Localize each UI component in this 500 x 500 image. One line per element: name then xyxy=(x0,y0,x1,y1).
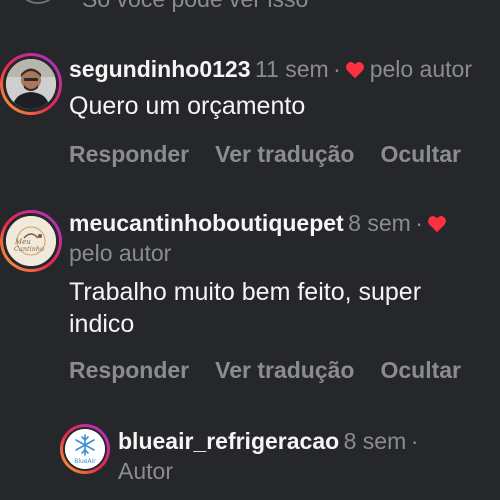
avatar-story-ring[interactable]: BlueAir xyxy=(60,424,110,474)
separator: · xyxy=(410,428,419,454)
heart-icon xyxy=(345,61,365,84)
svg-text:BlueAir: BlueAir xyxy=(74,458,96,465)
comment-text: Quero um orçamento xyxy=(69,92,306,120)
heart-icon xyxy=(427,215,447,238)
avatar: BlueAir xyxy=(65,429,105,469)
translate-button[interactable]: Ver tradução xyxy=(215,357,354,383)
avatar[interactable] xyxy=(16,0,60,4)
separator: · xyxy=(415,210,423,236)
comment-actions: Responder Ver tradução Ocultar xyxy=(69,357,461,384)
avatar: Meu Cantinho xyxy=(6,216,56,266)
snowflake-icon: BlueAir xyxy=(65,429,105,469)
avatar-story-ring[interactable] xyxy=(0,53,62,115)
translate-button[interactable]: Ver tradução xyxy=(215,141,354,167)
hide-button[interactable]: Ocultar xyxy=(380,357,461,383)
comment-header: meucantinhoboutiquepet 8 sem · xyxy=(69,210,447,238)
comment-header: segundinho0123 11 sem · pelo autor xyxy=(69,56,472,84)
comment-time: 11 sem xyxy=(254,56,329,82)
avatar xyxy=(6,59,56,109)
author-badge: Autor xyxy=(118,458,173,484)
comment-actions: Responder Ver tradução Ocultar xyxy=(69,141,461,168)
reply-button[interactable]: Responder xyxy=(69,357,189,383)
profile-photo-icon xyxy=(6,59,56,109)
svg-text:Cantinho: Cantinho xyxy=(14,245,44,253)
comment-text: Trabalho muito bem feito, super indico xyxy=(69,278,422,338)
liked-by-author-label: pelo autor xyxy=(369,56,472,82)
visibility-note: Só você pode ver isso xyxy=(82,0,308,13)
comment-username[interactable]: meucantinhoboutiquepet xyxy=(69,210,344,236)
comment-time: 8 sem xyxy=(348,210,411,236)
liked-by-author-label: pelo autor xyxy=(69,240,172,266)
reply-header: blueair_refrigeracao 8 sem · xyxy=(118,428,418,455)
reply-username[interactable]: blueair_refrigeracao xyxy=(118,428,339,454)
boutique-logo-icon: Meu Cantinho xyxy=(6,216,56,266)
separator: · xyxy=(333,56,341,82)
avatar-story-ring[interactable]: Meu Cantinho xyxy=(0,210,62,272)
reply-time: 8 sem xyxy=(343,428,407,454)
reply-button[interactable]: Responder xyxy=(69,141,189,167)
comment-username[interactable]: segundinho0123 xyxy=(69,56,250,82)
hide-button[interactable]: Ocultar xyxy=(380,141,461,167)
